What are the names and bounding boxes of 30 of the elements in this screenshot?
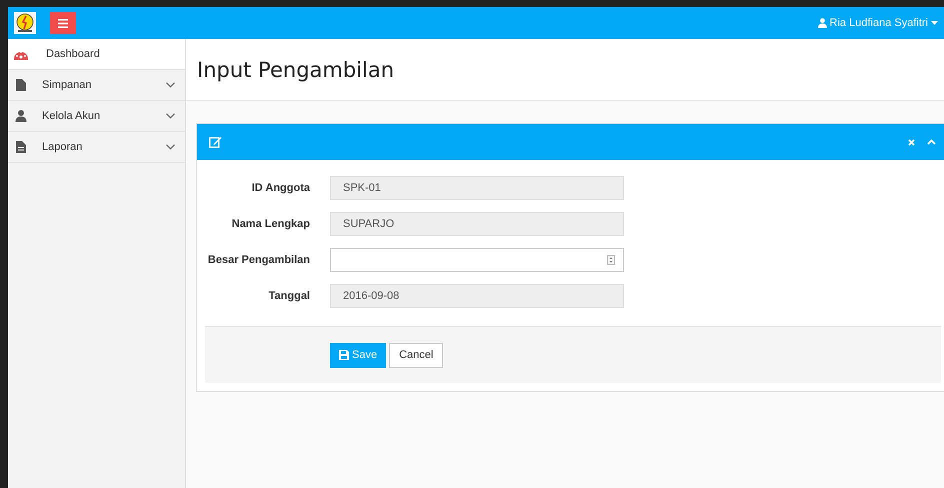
sidebar-label: Laporan: [42, 141, 84, 153]
field-label: Tanggal: [268, 290, 311, 302]
sidebar-item[interactable]: Laporan: [8, 132, 185, 163]
collapse-icon[interactable]: [927, 139, 936, 145]
user-icon: [14, 110, 28, 122]
readonly-field[interactable]: 2016-09-08: [330, 284, 624, 308]
sidebar-label: Dashboard: [46, 48, 101, 60]
number-input-field[interactable]: [330, 248, 624, 272]
spinner-icon[interactable]: [607, 255, 615, 265]
menu-icon: [58, 18, 68, 28]
sidebar-item[interactable]: Kelola Akun: [8, 101, 185, 132]
sidebar-label: Kelola Akun: [42, 110, 102, 122]
caret-icon: [931, 21, 938, 25]
field-label: ID Anggota: [250, 182, 311, 194]
sidebar-label: Simpanan: [42, 79, 93, 91]
file-icon: [14, 79, 28, 91]
page-title: Input Pengambilan: [197, 58, 394, 82]
logo-icon: [14, 12, 36, 34]
document-icon: [14, 141, 28, 153]
close-icon[interactable]: [908, 138, 915, 146]
sidebar-item[interactable]: Dashboard: [8, 39, 185, 70]
readonly-field[interactable]: SUPARJO: [330, 212, 624, 236]
readonly-field[interactable]: SPK-01: [330, 176, 624, 200]
menu-button[interactable]: [50, 12, 76, 34]
edit-icon: [209, 136, 222, 148]
cancel-button[interactable]: Cancel: [389, 342, 444, 368]
sidebar-item[interactable]: Simpanan: [8, 70, 185, 101]
user-icon: [818, 18, 827, 28]
field-label: Besar Pengambilan: [206, 254, 311, 266]
field-label: Nama Lengkap: [230, 218, 311, 230]
